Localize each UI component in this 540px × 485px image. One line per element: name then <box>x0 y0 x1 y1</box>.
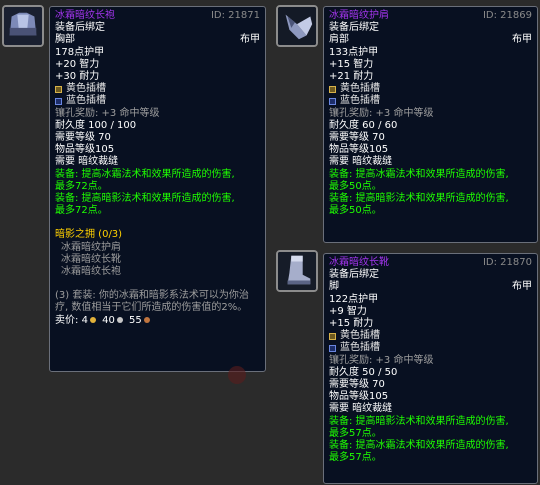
yellow-socket: 黄色插槽 <box>55 83 260 95</box>
item-level: 物品等级105 <box>55 144 115 156</box>
item-tooltip-shoulders: 冰霜暗纹护肩 ID: 21869 装备后绑定 肩部 布甲 133点护甲 +15 … <box>323 6 538 243</box>
silver-coin-icon <box>116 316 123 323</box>
yellow-socket-label: 黄色插槽 <box>66 83 106 95</box>
socket-bonus: 镶孔奖励: +3 命中等级 <box>329 354 434 366</box>
boots-item-icon[interactable] <box>276 250 318 292</box>
robe-icon <box>4 7 42 45</box>
blue-socket: 蓝色插槽 <box>55 95 260 107</box>
blue-socket-icon <box>55 98 62 106</box>
equip-effect-1-cont: 最多57点。 <box>329 427 382 439</box>
bind-text: 装备后绑定 <box>55 22 105 34</box>
slot-text: 胸部 <box>55 34 75 46</box>
set-name: 暗影之拥 (0/3) <box>55 229 123 241</box>
armor-value: 178点护甲 <box>55 46 105 58</box>
equip-effect-1: 装备: 提高冰霜法术和效果所造成的伤害, <box>55 168 235 180</box>
item-name: 冰霜暗纹护肩 <box>329 10 389 21</box>
required-level: 需要等级 70 <box>55 132 111 144</box>
stat-stamina: +21 耐力 <box>329 71 374 83</box>
sell-price: 卖价: 4 40 55 <box>55 315 260 327</box>
stat-stamina: +30 耐力 <box>55 71 100 83</box>
armor-type: 布甲 <box>512 281 532 293</box>
item-id: ID: 21869 <box>482 10 532 21</box>
required-skill: 需要 暗纹裁缝 <box>329 403 393 415</box>
item-id: ID: 21871 <box>210 10 260 21</box>
yellow-socket-label: 黄色插槽 <box>340 83 380 95</box>
copper-amount: 55 <box>129 314 142 326</box>
required-level: 需要等级 70 <box>329 379 385 391</box>
silver-amount: 40 <box>102 314 115 326</box>
equip-effect-2: 装备: 提高暗影法术和效果所造成的伤害, <box>329 193 509 205</box>
robe-item-icon[interactable] <box>2 5 44 47</box>
equip-effect-2: 装备: 提高冰霜法术和效果所造成的伤害, <box>329 440 509 452</box>
blue-socket-label: 蓝色插槽 <box>340 342 380 354</box>
set-bonus: (3) 套装: 你的冰霜和暗影系法术可以为你治 <box>55 290 249 302</box>
blue-socket-icon <box>329 345 336 353</box>
item-tooltip-boots: 冰霜暗纹长靴 ID: 21870 装备后绑定 脚 布甲 122点护甲 +9 智力… <box>323 253 538 484</box>
shoulder-item-icon[interactable] <box>276 5 318 47</box>
slot-text: 肩部 <box>329 34 349 46</box>
blue-socket: 蓝色插槽 <box>329 342 532 354</box>
required-skill: 需要 暗纹裁缝 <box>329 156 393 168</box>
socket-bonus: 镶孔奖励: +3 命中等级 <box>329 107 434 119</box>
set-bonus-cont: 疗, 数值相当于它们所造成的伤害值的2%。 <box>55 302 248 314</box>
sell-label: 卖价: <box>55 314 79 326</box>
armor-value: 122点护甲 <box>329 293 379 305</box>
durability: 耐久度 50 / 50 <box>329 366 398 378</box>
gold-amount: 4 <box>81 314 88 326</box>
bind-text: 装备后绑定 <box>329 22 379 34</box>
item-tooltip-robe: 冰霜暗纹长袍 ID: 21871 装备后绑定 胸部 布甲 178点护甲 +20 … <box>49 6 266 372</box>
stat-stamina: +15 耐力 <box>329 318 374 330</box>
equip-effect-2: 装备: 提高暗影法术和效果所造成的伤害, <box>55 193 235 205</box>
equip-effect-1: 装备: 提高冰霜法术和效果所造成的伤害, <box>329 168 509 180</box>
item-level: 物品等级105 <box>329 391 389 403</box>
shoulder-icon <box>278 7 316 45</box>
equip-effect-1-cont: 最多72点。 <box>55 180 108 192</box>
yellow-socket: 黄色插槽 <box>329 330 532 342</box>
durability: 耐久度 60 / 60 <box>329 119 398 131</box>
item-name: 冰霜暗纹长袍 <box>55 10 115 21</box>
set-item: 冰霜暗纹长靴 <box>61 253 121 265</box>
equip-effect-1: 装备: 提高暗影法术和效果所造成的伤害, <box>329 415 509 427</box>
yellow-socket-icon <box>329 85 336 93</box>
background-emblem-icon <box>228 366 246 384</box>
required-skill: 需要 暗纹裁缝 <box>55 156 119 168</box>
bind-text: 装备后绑定 <box>329 269 379 281</box>
stat-intellect: +15 智力 <box>329 58 374 70</box>
slot-text: 脚 <box>329 281 339 293</box>
set-item: 冰霜暗纹护肩 <box>61 241 121 253</box>
blue-socket: 蓝色插槽 <box>329 95 532 107</box>
armor-type: 布甲 <box>240 34 260 46</box>
durability: 耐久度 100 / 100 <box>55 119 137 131</box>
copper-coin-icon <box>143 316 150 323</box>
item-level: 物品等级105 <box>329 144 389 156</box>
equip-effect-2-cont: 最多50点。 <box>329 205 382 217</box>
yellow-socket: 黄色插槽 <box>329 83 532 95</box>
blue-socket-label: 蓝色插槽 <box>66 95 106 107</box>
stat-intellect: +9 智力 <box>329 305 367 317</box>
equip-effect-1-cont: 最多50点。 <box>329 180 382 192</box>
armor-type: 布甲 <box>512 34 532 46</box>
armor-value: 133点护甲 <box>329 46 379 58</box>
socket-bonus: 镶孔奖励: +3 命中等级 <box>55 107 160 119</box>
yellow-socket-label: 黄色插槽 <box>340 330 380 342</box>
item-id: ID: 21870 <box>482 257 532 268</box>
gold-coin-icon <box>89 316 96 323</box>
stat-intellect: +20 智力 <box>55 58 100 70</box>
boots-icon <box>278 252 316 290</box>
equip-effect-2-cont: 最多57点。 <box>329 452 382 464</box>
blue-socket-icon <box>329 98 336 106</box>
item-name: 冰霜暗纹长靴 <box>329 257 389 268</box>
blue-socket-label: 蓝色插槽 <box>340 95 380 107</box>
set-item: 冰霜暗纹长袍 <box>61 266 121 278</box>
equip-effect-2-cont: 最多72点。 <box>55 205 108 217</box>
required-level: 需要等级 70 <box>329 132 385 144</box>
yellow-socket-icon <box>329 332 336 340</box>
yellow-socket-icon <box>55 85 62 93</box>
